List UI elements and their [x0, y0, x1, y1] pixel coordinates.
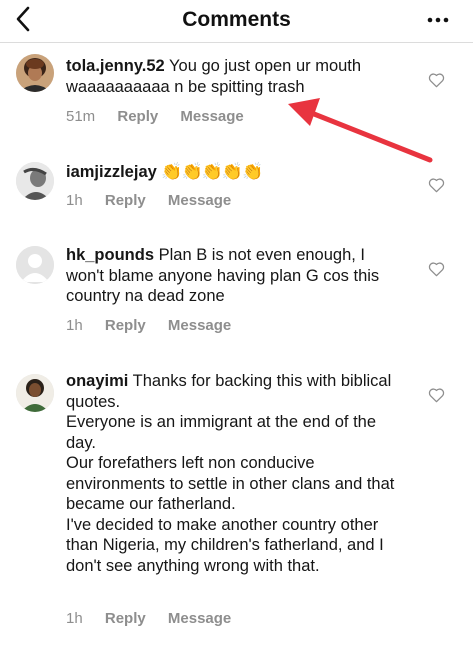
- comment-meta: 1h Reply Message: [66, 610, 249, 627]
- reply-button[interactable]: Reply: [105, 192, 146, 209]
- heart-icon[interactable]: [428, 261, 445, 277]
- comment-paragraph: Our forefathers left non conducive envir…: [66, 454, 395, 513]
- comment-text: iamjizzlejay 👏👏👏👏👏: [66, 162, 401, 183]
- user-photo-icon: [16, 54, 54, 92]
- message-button[interactable]: Message: [180, 108, 243, 125]
- comment-username[interactable]: iamjizzlejay: [66, 163, 157, 181]
- heart-icon[interactable]: [428, 177, 445, 193]
- avatar[interactable]: [16, 374, 54, 412]
- comment-time: 1h: [66, 192, 83, 209]
- comment-text: hk_pounds Plan B is not even enough, I w…: [66, 245, 401, 307]
- message-button[interactable]: Message: [168, 317, 231, 334]
- user-photo-icon: [16, 374, 54, 412]
- comment-text: tola.jenny.52 You go just open ur mouth …: [66, 56, 401, 97]
- message-button[interactable]: Message: [168, 610, 231, 627]
- comment-emoji: 👏👏👏👏👏: [161, 162, 263, 181]
- comment-paragraph: Everyone is an immigrant at the end of t…: [66, 413, 377, 452]
- comment-username[interactable]: tola.jenny.52: [66, 57, 165, 75]
- user-photo-icon: [16, 162, 54, 200]
- comment-time: 51m: [66, 108, 96, 125]
- comment-meta: 1h Reply Message: [66, 317, 249, 334]
- page-title: Comments: [182, 8, 291, 31]
- reply-button[interactable]: Reply: [105, 610, 146, 627]
- reply-button[interactable]: Reply: [105, 317, 146, 334]
- heart-icon[interactable]: [428, 72, 445, 88]
- comment-time: 1h: [66, 317, 83, 334]
- comment-time: 1h: [66, 610, 83, 627]
- header-bar: Comments: [0, 0, 473, 43]
- comment-username[interactable]: hk_pounds: [66, 246, 154, 264]
- comment-paragraph: I've decided to make another country oth…: [66, 515, 384, 575]
- default-avatar-icon: [16, 246, 54, 284]
- comment-text: onayimi Thanks for backing this with bib…: [66, 371, 401, 576]
- avatar[interactable]: [16, 54, 54, 92]
- ellipsis-icon[interactable]: [427, 10, 449, 30]
- comment-meta: 1h Reply Message: [66, 192, 249, 209]
- comment-meta: 51m Reply Message: [66, 108, 262, 125]
- heart-icon[interactable]: [428, 387, 445, 403]
- avatar[interactable]: [16, 162, 54, 200]
- reply-button[interactable]: Reply: [117, 108, 158, 125]
- comment-username[interactable]: onayimi: [66, 372, 128, 390]
- message-button[interactable]: Message: [168, 192, 231, 209]
- avatar[interactable]: [16, 246, 54, 284]
